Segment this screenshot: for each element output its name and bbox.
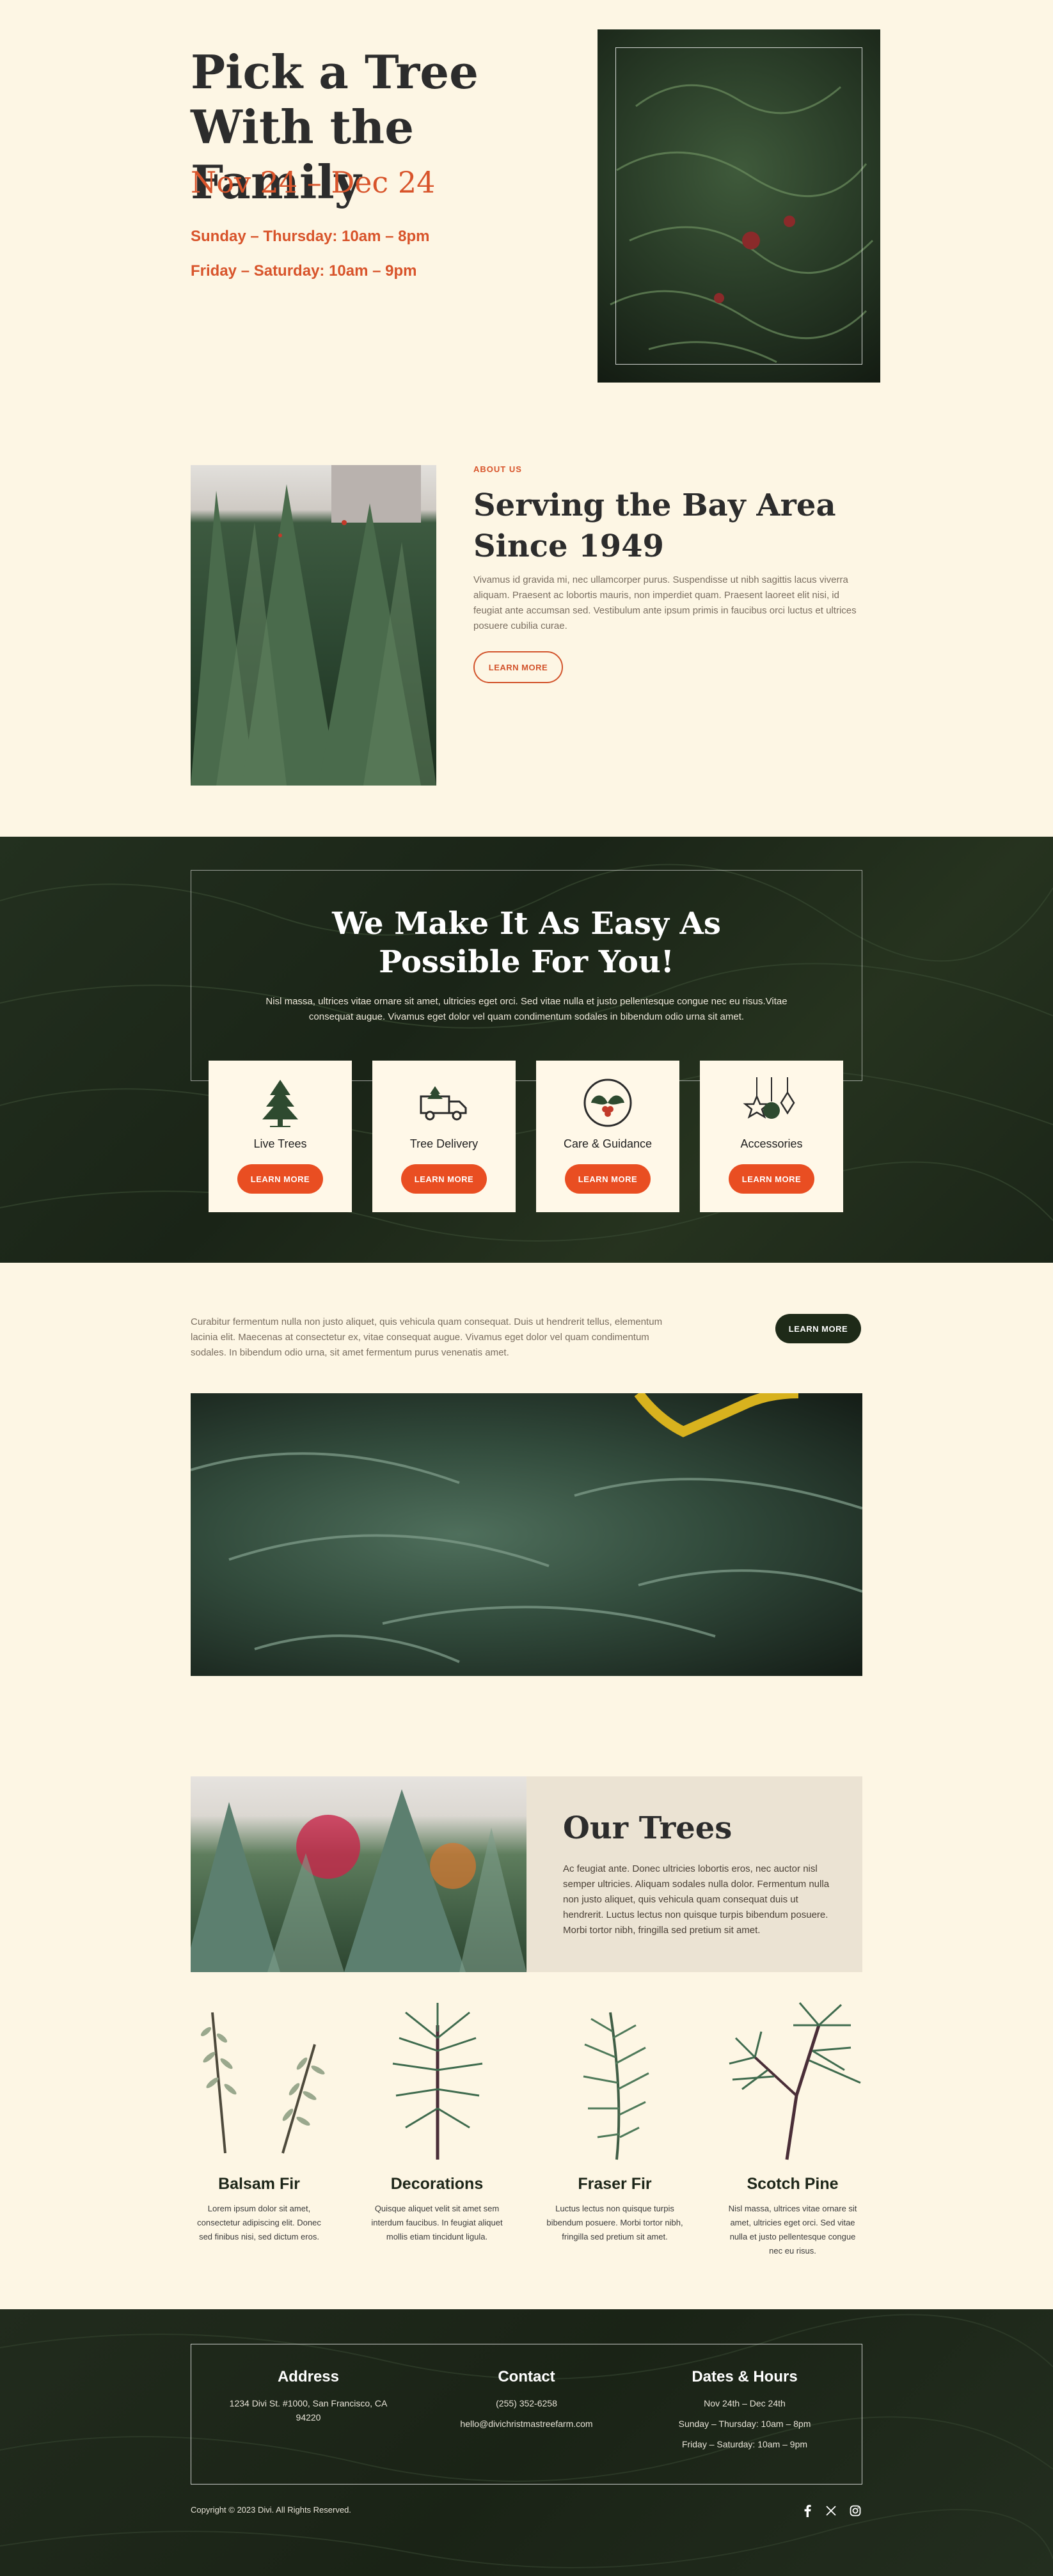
footer: Address 1234 Divi St. #1000, San Francis… — [0, 2309, 1053, 2576]
footer-copyright: Copyright © 2023 Divi. All Rights Reserv… — [191, 2505, 351, 2515]
accessories-learn-more-button[interactable]: LEARN MORE — [729, 1164, 814, 1194]
x-icon[interactable] — [825, 2505, 837, 2517]
delivery-truck-icon — [420, 1086, 467, 1121]
service-card-label: Accessories — [740, 1137, 803, 1150]
pine-tree-icon — [262, 1080, 298, 1127]
decorations-illustration — [392, 2003, 483, 2160]
service-card-care-guidance: Care & Guidance LEARN MORE — [536, 1061, 679, 1212]
about-title: Serving the Bay Area Since 1949 — [473, 487, 836, 564]
tree-name-decorations: Decorations — [390, 2175, 484, 2193]
our-trees-body: Ac feugiat ante. Donec ultricies loborti… — [563, 1863, 830, 1936]
care-guidance-learn-more-button[interactable]: LEARN MORE — [565, 1164, 651, 1194]
tree-desc-scotch-pine: Nisl massa, ultrices vitae ornare sit am… — [728, 2204, 857, 2256]
tree-desc-fraser-fir: Luctus lectus non quisque turpis bibendu… — [546, 2204, 683, 2241]
hero-photo-frame — [615, 47, 862, 365]
footer-contact-title: Contact — [498, 2368, 555, 2385]
hero-hours-weekend: Friday – Saturday: 10am – 9pm — [191, 262, 417, 280]
fraser-fir-illustration — [583, 2012, 649, 2160]
about-learn-more-button[interactable]: LEARN MORE — [473, 651, 563, 683]
footer-phone[interactable]: (255) 352-6258 — [436, 2396, 617, 2410]
services-title: We Make It As Easy As Possible For You! — [332, 906, 721, 980]
tree-desc-decorations: Quisque aliquet velit sit amet sem inter… — [371, 2204, 503, 2241]
facebook-icon[interactable] — [802, 2504, 812, 2517]
service-card-label: Care & Guidance — [563, 1137, 653, 1150]
fir-branches-photo — [191, 1393, 862, 1676]
holly-badge-icon — [583, 1079, 632, 1127]
services-body: Nisl massa, ultrices vitae ornare sit am… — [265, 996, 788, 1022]
balsam-fir-illustration — [200, 2012, 325, 2154]
service-card-live-trees: Live Trees LEARN MORE — [209, 1061, 352, 1212]
about-eyebrow: ABOUT US — [473, 464, 522, 474]
our-trees-photo — [191, 1776, 526, 1972]
footer-hours-weekend: Friday – Saturday: 10am – 9pm — [681, 2439, 808, 2449]
service-card-label: Live Trees — [253, 1137, 307, 1150]
about-body: Vivamus id gravida mi, nec ullamcorper p… — [473, 574, 857, 631]
service-card-accessories: Accessories LEARN MORE — [700, 1061, 843, 1212]
footer-address: 1234 Divi St. #1000, San Francisco, CA 9… — [229, 2398, 388, 2422]
live-trees-learn-more-button[interactable]: LEARN MORE — [237, 1164, 323, 1194]
ornaments-icon — [743, 1077, 795, 1119]
scotch-pine-illustration — [729, 2002, 861, 2160]
hero-dates: Nov 24 – Dec 24 — [191, 165, 436, 200]
service-card-tree-delivery: Tree Delivery LEARN MORE — [372, 1061, 516, 1212]
footer-email[interactable]: hello@divichristmastreefarm.com — [436, 2417, 617, 2431]
tree-name-balsam-fir: Balsam Fir — [218, 2175, 300, 2193]
hero-hours-weekday: Sunday – Thursday: 10am – 8pm — [191, 228, 430, 245]
instagram-icon[interactable] — [850, 2505, 861, 2517]
intro-learn-more-button[interactable]: LEARN MORE — [775, 1314, 861, 1343]
tree-name-scotch-pine: Scotch Pine — [747, 2175, 839, 2193]
hero-wreath-photo — [598, 29, 880, 383]
intro-body: Curabitur fermentum nulla non justo aliq… — [191, 1316, 663, 1358]
our-trees-title: Our Trees — [563, 1810, 732, 1846]
footer-dates: Nov 24th – Dec 24th — [704, 2398, 786, 2408]
tree-name-fraser-fir: Fraser Fir — [578, 2175, 652, 2193]
footer-social-links — [802, 2504, 864, 2518]
tree-delivery-learn-more-button[interactable]: LEARN MORE — [401, 1164, 487, 1194]
service-card-label: Tree Delivery — [409, 1137, 479, 1150]
about-trees-photo — [191, 465, 436, 786]
footer-hours-weekday: Sunday – Thursday: 10am – 8pm — [678, 2419, 811, 2429]
tree-desc-balsam-fir: Lorem ipsum dolor sit amet, consectetur … — [197, 2204, 321, 2241]
footer-hours-title: Dates & Hours — [692, 2368, 798, 2385]
services-section: We Make It As Easy As Possible For You! … — [0, 837, 1053, 1263]
footer-address-title: Address — [277, 2368, 340, 2385]
